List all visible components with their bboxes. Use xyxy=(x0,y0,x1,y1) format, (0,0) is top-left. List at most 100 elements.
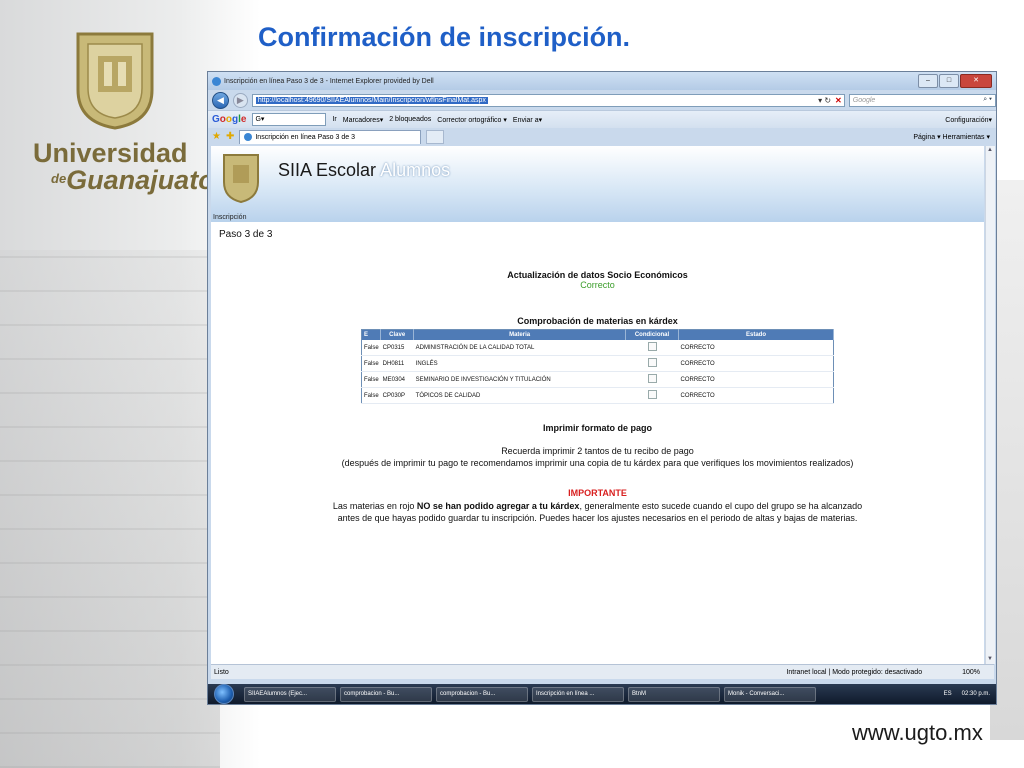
system-tray: ES 02:30 p.m. xyxy=(944,691,990,697)
step-indicator: Paso 3 de 3 xyxy=(219,229,273,240)
app-subtitle: Alumnos xyxy=(380,160,451,180)
col-header-estado: Estado xyxy=(678,329,834,340)
condicional-checkbox[interactable] xyxy=(647,342,657,351)
important-pre: Las materias en rojo xyxy=(332,501,417,511)
taskbar-item-6[interactable]: Monik - Conversaci... xyxy=(724,686,816,702)
university-de: de xyxy=(51,171,67,186)
settings-button[interactable]: Configuración▾ xyxy=(945,116,992,124)
new-tab-button[interactable] xyxy=(426,129,445,144)
security-zone[interactable]: Intranet local | Modo protegido: desacti… xyxy=(786,669,922,676)
window-controls: – □ ✕ xyxy=(918,74,992,88)
google-logo: Google xyxy=(212,114,247,125)
cell-materia: INGLÉS xyxy=(413,355,626,372)
section-label: Inscripción xyxy=(213,214,247,221)
col-header-condicional: Condicional xyxy=(625,329,679,340)
bookmarks-button[interactable]: Marcadores▾ xyxy=(343,116,383,124)
search-input[interactable]: Google ⌕ ▾ xyxy=(848,93,996,107)
kardex-table: E Clave Materia Condicional Estado False… xyxy=(361,329,834,404)
minimize-button[interactable]: – xyxy=(918,74,938,88)
condicional-checkbox[interactable] xyxy=(647,358,657,367)
important-line2: antes de que hayas podido guardar tu ins… xyxy=(337,513,858,523)
ie-icon xyxy=(212,76,221,86)
table-row: False CP0315 ADMINISTRACIÓN DE LA CALIDA… xyxy=(361,340,834,356)
cell-estado: CORRECTO xyxy=(678,371,834,388)
condicional-checkbox[interactable] xyxy=(647,390,657,399)
university-url: www.ugto.mx xyxy=(852,720,983,745)
update-section: Actualización de datos Socio Económicos … xyxy=(211,270,984,290)
update-status: Correcto xyxy=(580,280,615,290)
kardex-header-row: E Clave Materia Condicional Estado xyxy=(361,329,834,340)
table-row: False DH0811 INGLÉS CORRECTO xyxy=(361,355,834,372)
popup-blocked-button[interactable]: 2 bloqueados xyxy=(389,116,431,123)
slide-title: Confirmación de inscripción. xyxy=(258,22,631,52)
app-name: SIIA Escolar xyxy=(278,160,377,180)
tab-label: Inscripción en línea Paso 3 de 3 xyxy=(255,133,355,141)
spellcheck-button[interactable]: Corrector ortográfico ▾ xyxy=(437,116,507,124)
taskbar-item-2[interactable]: comprobacion - Bu... xyxy=(340,686,432,702)
cell-clave: DH0811 xyxy=(380,355,414,372)
cell-clave: CP0315 xyxy=(380,340,414,356)
print-line2: (después de imprimir tu pago te recomend… xyxy=(341,458,854,468)
address-bar[interactable]: http://localhost:49690/SIIAEAlumnos/Main… xyxy=(251,93,845,107)
university-seal-logo xyxy=(76,32,154,130)
language-indicator[interactable]: ES xyxy=(944,691,952,697)
col-header-materia: Materia xyxy=(413,329,626,340)
back-button[interactable]: ◀ xyxy=(212,91,229,109)
window-titlebar: Inscripción en línea Paso 3 de 3 - Inter… xyxy=(208,72,996,90)
close-button[interactable]: ✕ xyxy=(960,74,992,88)
taskbar-item-5[interactable]: BtnM xyxy=(628,686,720,702)
add-favorite-icon[interactable]: ✚ xyxy=(226,131,234,142)
cell-materia: TÓPICOS DE CALIDAD xyxy=(413,387,626,404)
taskbar-item-3[interactable]: comprobacion - Bu... xyxy=(436,686,528,702)
search-icon[interactable]: ⌕ ▾ xyxy=(983,96,992,104)
search-placeholder: Google xyxy=(852,96,876,104)
zoom-level[interactable]: 100% xyxy=(962,669,980,676)
refresh-stop-icons[interactable]: ▾ ↻ ✕ xyxy=(818,96,842,105)
siia-header: SIIA Escolar Alumnos Inscripción xyxy=(211,146,984,222)
table-row: False ME0304 SEMINARIO DE INVESTIGACIÓN … xyxy=(361,371,834,388)
taskbar-item-4[interactable]: Inscripción en línea ... xyxy=(532,686,624,702)
important-bold: NO se han podido agregar a tu kárdex xyxy=(416,501,580,511)
command-bar[interactable]: Página ▾ Herramientas ▾ xyxy=(913,133,990,141)
cell-clave: ME0304 xyxy=(380,371,414,388)
favorites-star-icon[interactable]: ★ xyxy=(212,131,221,142)
status-bar: Listo Intranet local | Modo protegido: d… xyxy=(211,664,994,679)
print-title[interactable]: Imprimir formato de pago xyxy=(211,423,984,433)
status-text: Listo xyxy=(214,668,229,676)
cell-e: False xyxy=(361,355,381,372)
windows-taskbar: SIIAEAlumnos (Ejec... comprobacion - Bu.… xyxy=(208,684,996,704)
clock[interactable]: 02:30 p.m. xyxy=(962,691,990,697)
start-button[interactable] xyxy=(214,684,234,704)
taskbar-item-1[interactable]: SIIAEAlumnos (Ejec... xyxy=(244,686,336,702)
cell-materia: ADMINISTRACIÓN DE LA CALIDAD TOTAL xyxy=(413,340,626,356)
siia-seal-icon xyxy=(223,154,259,204)
send-to-button[interactable]: Enviar a▾ xyxy=(513,116,542,124)
cell-clave: CP030P xyxy=(380,387,414,404)
table-row: False CP030P TÓPICOS DE CALIDAD CORRECTO xyxy=(361,387,834,404)
col-header-e: E xyxy=(361,329,382,340)
forward-button[interactable]: ▶ xyxy=(232,92,248,108)
cell-e: False xyxy=(361,340,381,356)
cell-e: False xyxy=(361,371,381,388)
update-title: Actualización de datos Socio Económicos xyxy=(507,270,688,280)
ie-window: Inscripción en línea Paso 3 de 3 - Inter… xyxy=(207,71,997,705)
print-line1: Recuerda imprimir 2 tantos de tu recibo … xyxy=(501,446,694,456)
google-search-input[interactable]: G▾ xyxy=(252,113,327,126)
important-heading: IMPORTANTE xyxy=(568,488,627,498)
address-url: http://localhost:49690/SIIAEAlumnos/Main… xyxy=(255,96,488,104)
tab-row: ★ ✚ Inscripción en línea Paso 3 de 3 Pág… xyxy=(208,128,996,145)
tab-inscripcion[interactable]: Inscripción en línea Paso 3 de 3 xyxy=(239,129,422,144)
app-title: SIIA Escolar Alumnos xyxy=(278,160,450,181)
tab-ie-icon xyxy=(244,133,253,141)
stop-icon[interactable]: ✕ xyxy=(835,96,842,105)
vertical-scrollbar[interactable]: ▲ ▼ xyxy=(985,146,995,664)
maximize-button[interactable]: □ xyxy=(939,74,959,88)
important-post: , generalmente esto sucede cuando el cup… xyxy=(579,501,863,511)
go-button[interactable]: Ir xyxy=(332,116,336,123)
col-header-clave: Clave xyxy=(380,329,415,340)
condicional-checkbox[interactable] xyxy=(647,374,657,383)
cell-estado: CORRECTO xyxy=(678,340,834,356)
scroll-up-icon[interactable]: ▲ xyxy=(987,147,993,153)
scroll-down-icon[interactable]: ▼ xyxy=(987,656,993,662)
university-name: Universidad deGuanajuato xyxy=(33,140,215,194)
